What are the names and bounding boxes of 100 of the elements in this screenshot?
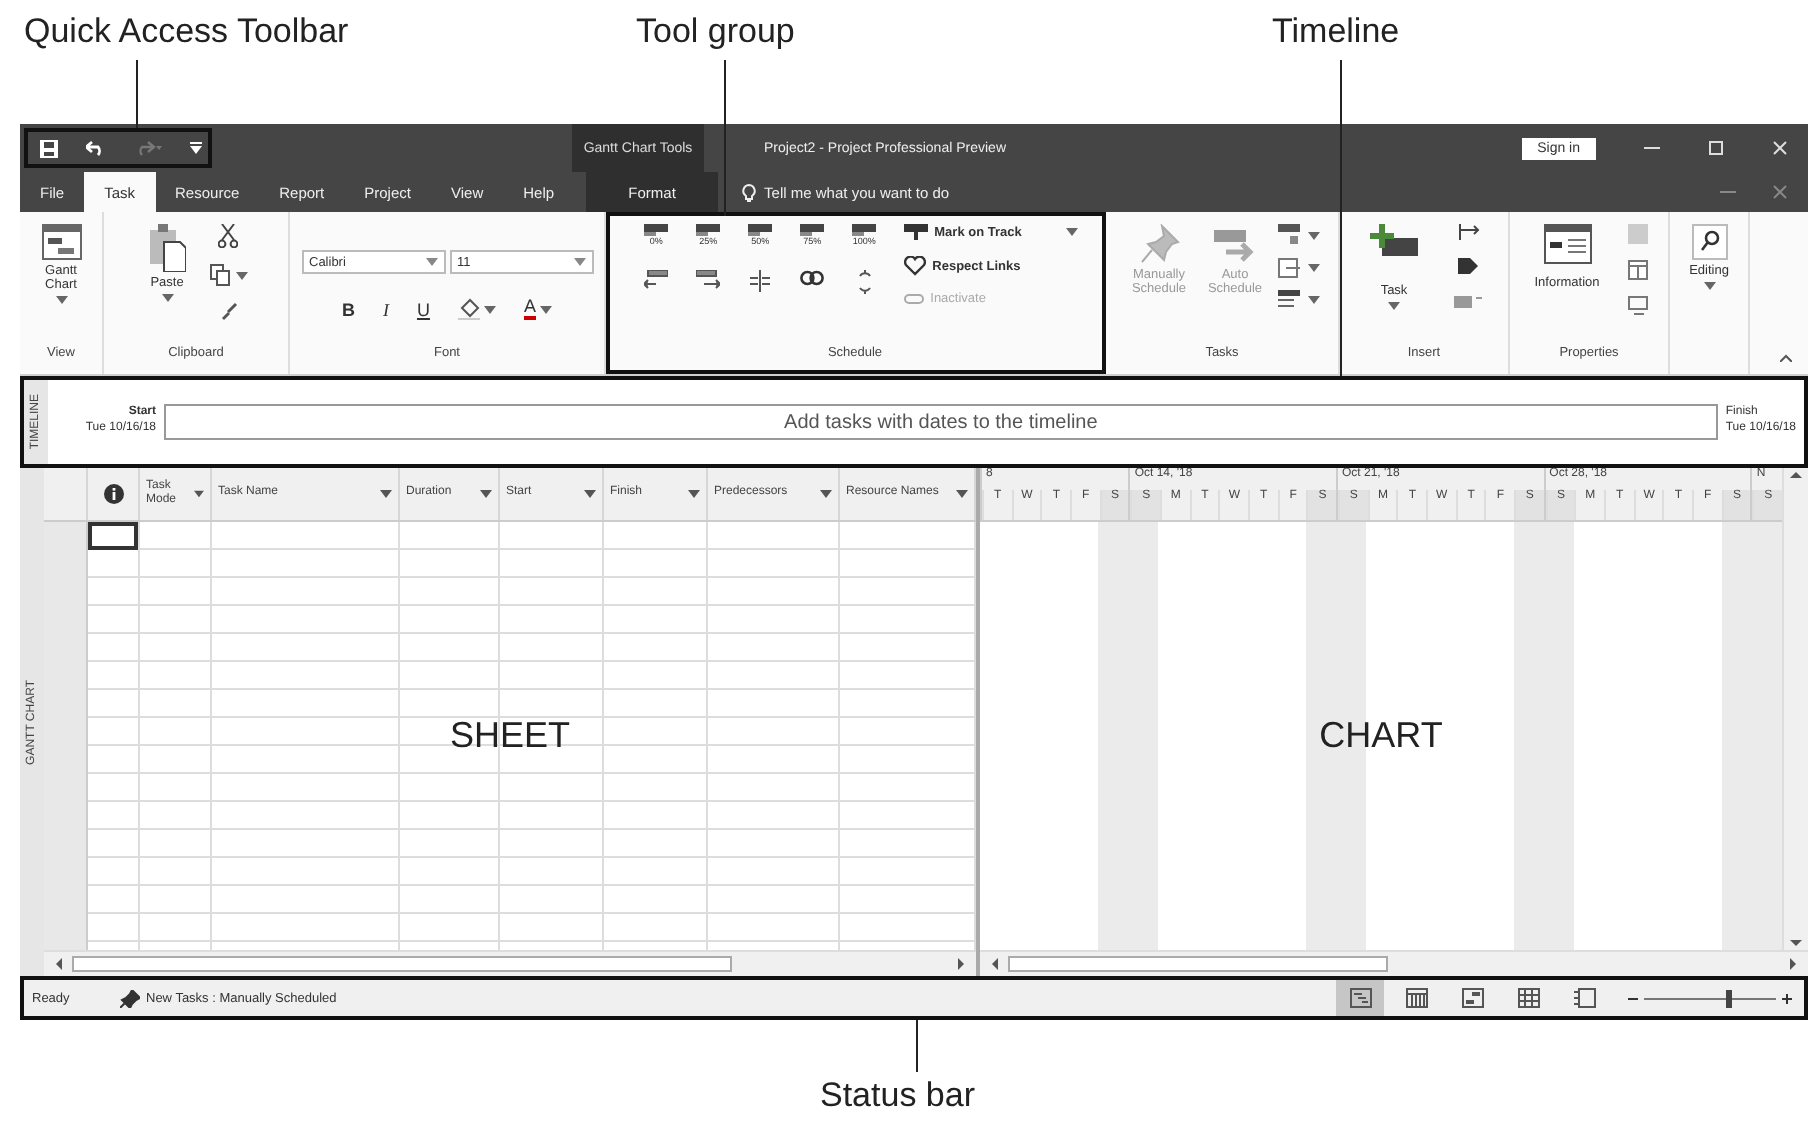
caret-icon [1703,282,1715,290]
caret-icon [1307,264,1319,272]
quick-access-button[interactable] [190,142,202,154]
font-color-button[interactable]: A [523,298,552,320]
scroll-left-icon[interactable] [52,956,68,972]
copy-button[interactable] [209,264,247,286]
arrow-bar-icon [1213,224,1257,264]
callout-label: Status bar [820,1076,975,1116]
document-close-button[interactable] [1772,184,1788,200]
leader-line [136,60,138,128]
scroll-up-icon[interactable] [1788,468,1804,484]
inspect-icon [1277,224,1301,246]
report-icon [1573,988,1595,1008]
grid-icon [1517,988,1539,1008]
zoom-out-icon[interactable] [1628,993,1638,1003]
leader-line [916,1020,918,1072]
caret-icon [584,490,596,498]
caret-icon [190,142,202,154]
task-mode-icon [1277,290,1301,310]
task-usage-icon [1405,988,1427,1008]
caret-icon [483,305,496,313]
progress-bar-icon [852,224,877,236]
indent-icon [696,270,721,292]
pill-icon [904,294,925,304]
caret-icon [1307,231,1319,239]
caret-icon [540,305,552,313]
scissors-icon [218,224,238,248]
progress-bar-icon [800,224,825,236]
caret-icon [235,271,247,279]
underline-button[interactable]: U [416,299,430,319]
maximize-button[interactable] [1708,140,1724,156]
paintbrush-icon [219,302,237,320]
redo-icon [134,140,162,156]
fill-color-button[interactable] [457,298,496,320]
callout-label: CHART [1319,715,1443,757]
scroll-down-icon[interactable] [1788,934,1804,950]
format-painter-button[interactable] [219,302,237,320]
scroll-left-icon[interactable] [988,956,1004,972]
subproject-icon [1627,296,1648,316]
clipboard-icon [149,224,185,272]
mode-button[interactable] [1277,290,1319,310]
callout-label: Quick Access Toolbar [24,12,349,52]
gantt-view-icon [1349,988,1371,1008]
caret-icon [820,490,832,498]
caret-icon [55,296,67,304]
inspect-button[interactable] [1277,224,1319,246]
zoom-in-icon[interactable] [1782,993,1792,1003]
bold-button[interactable]: B [341,299,355,319]
scrollbar-thumb[interactable] [72,956,732,972]
move-button[interactable] [1277,258,1319,278]
pushpin-icon [1139,224,1179,264]
italic-button[interactable]: I [382,299,389,319]
notes-icon [1627,224,1648,244]
information-card-icon [1543,224,1591,264]
callout-label: Timeline [1272,12,1400,52]
close-button[interactable] [1772,140,1788,156]
undo-icon [86,140,106,156]
close-icon [1772,140,1788,156]
scrollbar-thumb[interactable] [1008,956,1388,972]
milestone-icon [1457,256,1479,274]
caret-icon [380,490,392,498]
team-planner-icon [1461,988,1483,1008]
progress-bar-icon [644,224,669,236]
scroll-right-icon[interactable] [952,956,968,972]
caret-icon [1065,228,1078,236]
cut-button[interactable] [218,224,238,248]
caret-icon [425,258,437,266]
quick-access-button[interactable] [86,140,106,156]
calendar-icon [1627,260,1648,280]
timeline-field[interactable]: Add tasks with dates to the timeline [164,404,1718,440]
view-shortcut-button[interactable] [1336,980,1384,1016]
summary-icon [1457,224,1479,240]
caret-icon [956,490,968,498]
scroll-right-icon[interactable] [1784,956,1800,972]
progress-bar-icon [904,224,929,240]
caret-icon [194,490,204,498]
maximize-icon [1708,140,1724,156]
caret-icon [1388,302,1400,310]
caret-icon [161,294,173,302]
lightbulb-icon [742,183,757,201]
caret-icon [480,490,492,498]
info-icon [103,484,123,504]
link-icon [800,270,825,286]
split-icon [750,270,771,292]
progress-bar-icon [748,224,773,236]
progress-bar-icon [696,224,721,236]
quick-access-button[interactable] [40,139,58,157]
pushpin-icon [120,989,140,1007]
callout-label: Tool group [636,12,795,52]
caret-icon [1307,296,1319,304]
close-icon [1772,184,1788,200]
copy-icon [209,264,229,286]
collapse-ribbon-icon[interactable] [1780,354,1792,362]
caret-icon [573,258,585,266]
selected-cell[interactable] [88,522,138,550]
deliverable-icon [1454,290,1482,308]
outdent-icon [644,270,669,292]
gantt-chart-icon [41,224,81,260]
paint-bucket-icon [457,298,480,320]
save-icon [40,139,58,157]
